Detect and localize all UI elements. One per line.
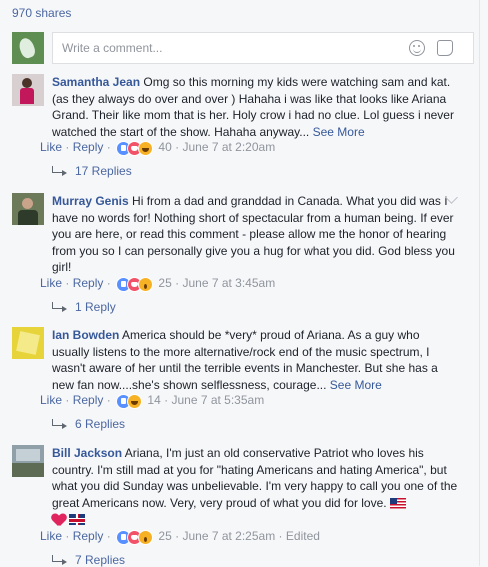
- us-flag-icon: [389, 497, 406, 509]
- comment-input[interactable]: [60, 40, 404, 56]
- avatar[interactable]: [12, 445, 44, 477]
- comment-body: Ian Bowden America should be *very* prou…: [52, 327, 458, 393]
- comment-composer: [12, 32, 474, 64]
- reactions[interactable]: [116, 393, 143, 409]
- separator: ·: [65, 140, 70, 154]
- replies-link[interactable]: 6 Replies: [52, 417, 125, 431]
- reactions[interactable]: [116, 529, 154, 545]
- avatar[interactable]: [12, 74, 44, 106]
- like-link[interactable]: Like: [40, 529, 62, 543]
- see-more-link[interactable]: See More: [330, 378, 382, 392]
- separator: ·: [106, 140, 111, 154]
- like-link[interactable]: Like: [40, 140, 62, 154]
- reaction-count[interactable]: 25: [158, 276, 171, 290]
- scrollbar[interactable]: [479, 0, 488, 566]
- separator: ·: [65, 529, 70, 543]
- separator: ·: [175, 529, 180, 543]
- comment-box[interactable]: [52, 32, 474, 64]
- user-avatar: [12, 32, 44, 64]
- separator: ·: [106, 393, 111, 407]
- timestamp[interactable]: June 7 at 2:20am: [182, 140, 275, 154]
- replies-link[interactable]: 1 Reply: [52, 300, 116, 314]
- reaction-count[interactable]: 14: [147, 393, 160, 407]
- comment-author[interactable]: Murray Genis: [52, 194, 129, 208]
- reply-arrow-icon: [52, 302, 67, 312]
- haha-reaction-icon: [127, 393, 143, 409]
- emoji-icon[interactable]: [409, 40, 425, 56]
- comment-actions: Like · Reply · 25 · June 7 at 3:45am: [40, 276, 275, 292]
- replies-label[interactable]: 17 Replies: [75, 164, 132, 178]
- timestamp[interactable]: June 7 at 3:45am: [182, 276, 275, 290]
- wow-reaction-icon: [138, 276, 154, 292]
- comment-actions: Like · Reply · 14 · June 7 at 5:35am: [40, 393, 264, 409]
- separator: ·: [65, 276, 70, 290]
- replies-label[interactable]: 1 Reply: [75, 300, 116, 314]
- replies-label[interactable]: 6 Replies: [75, 417, 125, 431]
- edited-label[interactable]: Edited: [286, 529, 320, 543]
- comment-actions: Like · Reply · 25 · June 7 at 2:25am · E…: [40, 529, 320, 545]
- replies-link[interactable]: 7 Replies: [52, 553, 125, 567]
- separator: ·: [106, 529, 111, 543]
- shares-count[interactable]: 970 shares: [12, 6, 71, 20]
- uk-flag-icon: [69, 514, 86, 526]
- like-link[interactable]: Like: [40, 276, 62, 290]
- haha-reaction-icon: [138, 140, 154, 156]
- reply-link[interactable]: Reply: [73, 140, 104, 154]
- reply-arrow-icon: [52, 419, 67, 429]
- timestamp[interactable]: June 7 at 2:25am: [182, 529, 275, 543]
- comment-body: Samantha Jean Omg so this morning my kid…: [52, 74, 458, 140]
- comment-author[interactable]: Samantha Jean: [52, 75, 140, 89]
- comment-body: Bill Jackson Ariana, I'm just an old con…: [52, 445, 458, 528]
- reply-arrow-icon: [52, 555, 67, 565]
- separator: ·: [278, 529, 283, 543]
- separator: ·: [65, 393, 70, 407]
- comment-body: Murray Genis Hi from a dad and granddad …: [52, 193, 458, 276]
- reply-link[interactable]: Reply: [73, 276, 104, 290]
- reaction-count[interactable]: 25: [158, 529, 171, 543]
- comment-actions: Like · Reply · 40 · June 7 at 2:20am: [40, 140, 275, 156]
- comment-author[interactable]: Bill Jackson: [52, 446, 122, 460]
- reply-link[interactable]: Reply: [73, 393, 104, 407]
- heart-icon: [52, 514, 66, 526]
- replies-label[interactable]: 7 Replies: [75, 553, 125, 567]
- reply-arrow-icon: [52, 166, 67, 176]
- see-more-link[interactable]: See More: [313, 125, 365, 139]
- avatar[interactable]: [12, 193, 44, 225]
- reactions[interactable]: [116, 140, 154, 156]
- sticker-icon[interactable]: [437, 40, 453, 56]
- replies-link[interactable]: 17 Replies: [52, 164, 132, 178]
- separator: ·: [175, 276, 180, 290]
- separator: ·: [164, 393, 169, 407]
- like-link[interactable]: Like: [40, 393, 62, 407]
- wow-reaction-icon: [138, 529, 154, 545]
- separator: ·: [106, 276, 111, 290]
- timestamp[interactable]: June 7 at 5:35am: [171, 393, 264, 407]
- comment-author[interactable]: Ian Bowden: [52, 328, 119, 342]
- reactions[interactable]: [116, 276, 154, 292]
- avatar[interactable]: [12, 327, 44, 359]
- reaction-count[interactable]: 40: [158, 140, 171, 154]
- separator: ·: [175, 140, 180, 154]
- reply-link[interactable]: Reply: [73, 529, 104, 543]
